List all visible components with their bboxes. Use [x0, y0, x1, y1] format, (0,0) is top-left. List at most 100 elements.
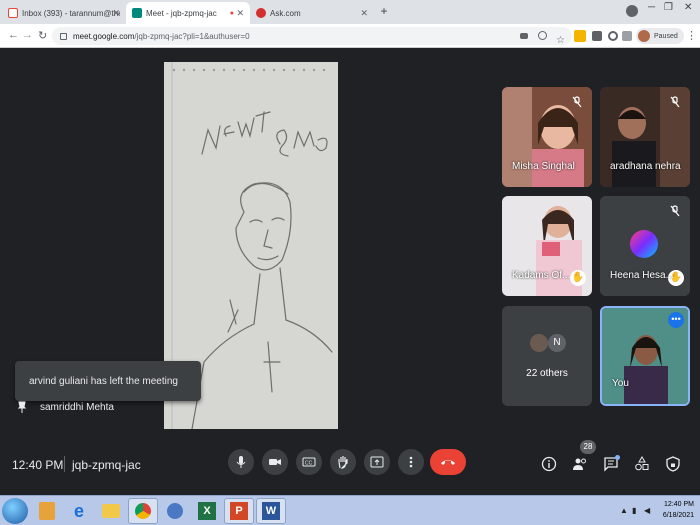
network-icon[interactable]: ▮ — [632, 506, 636, 515]
extension-icon[interactable] — [574, 30, 586, 42]
more-vert-icon — [409, 456, 413, 468]
participant-tile[interactable]: Misha Singhal — [502, 87, 592, 187]
end-call-button[interactable] — [430, 449, 466, 475]
star-icon[interactable]: ☆ — [556, 30, 568, 46]
people-icon — [573, 458, 586, 470]
new-tab-button[interactable]: + — [376, 4, 392, 20]
mic-button[interactable] — [228, 449, 254, 475]
reload-icon[interactable]: ↻ — [38, 29, 47, 42]
url-path: /jqb-zpmq-jac?pli=1&authuser=0 — [134, 31, 250, 41]
mic-off-icon — [670, 205, 680, 217]
url-host: meet.google.com — [73, 31, 135, 41]
tab-meet[interactable]: Meet - jqb-zpmq-jac ● ✕ — [126, 2, 250, 24]
url-input[interactable]: meet.google.com/jqb-zpmq-jac?pli=1&authu… — [52, 27, 572, 45]
divider — [64, 456, 65, 472]
participant-name: You — [612, 378, 629, 389]
extension-icon[interactable] — [592, 31, 602, 41]
close-tab-icon[interactable]: ✕ — [360, 8, 368, 19]
taskbar-date: 6/18/2021 — [662, 512, 694, 519]
shield-lock-icon — [666, 456, 680, 472]
info-icon — [541, 456, 557, 472]
participant-tile[interactable]: ✋ Heena Hesa... — [600, 196, 690, 296]
file-explorer-icon[interactable] — [96, 498, 126, 524]
puzzle-icon[interactable] — [622, 31, 632, 41]
lock-icon — [60, 32, 67, 40]
participant-tile[interactable]: aradhana nehra — [600, 87, 690, 187]
extension-icon[interactable] — [608, 31, 618, 41]
captions-icon: CC — [302, 457, 316, 467]
participant-name: Kadams Of... — [512, 270, 571, 281]
browser-tab-strip: Inbox (393) - tarannum@theindi ✕ Meet - … — [0, 0, 700, 24]
unread-dot — [615, 455, 620, 460]
hand-icon — [338, 456, 348, 469]
profile-button[interactable]: Paused — [636, 28, 684, 44]
tab-label: Ask.com — [270, 8, 301, 18]
raised-hand-icon: ✋ — [570, 270, 586, 286]
windows-taskbar: e X P W ▲ ▮ ◀ 12:40 PM 6/18/2021 — [0, 495, 700, 525]
tab-gmail[interactable]: Inbox (393) - tarannum@theindi ✕ — [2, 2, 126, 24]
internet-explorer-icon[interactable]: e — [64, 498, 94, 524]
address-bar-row: ← → ↻ meet.google.com/jqb-zpmq-jac?pli=1… — [0, 24, 700, 48]
start-button[interactable] — [2, 498, 28, 524]
avatar — [530, 334, 548, 352]
mic-off-icon — [572, 96, 582, 108]
chrome-taskbar-icon[interactable] — [128, 498, 158, 524]
others-count-label: 22 others — [526, 368, 568, 379]
tab-label: Meet - jqb-zpmq-jac — [146, 8, 217, 18]
people-button[interactable] — [571, 455, 589, 473]
present-button[interactable] — [364, 449, 390, 475]
word-icon[interactable]: W — [256, 498, 286, 524]
meeting-time: 12:40 PM — [12, 458, 64, 472]
captions-button[interactable]: CC — [296, 449, 322, 475]
minimize-icon[interactable]: ─ — [648, 2, 655, 13]
video-camera-icon — [269, 459, 281, 465]
host-controls-button[interactable] — [664, 455, 682, 473]
tab-label: Inbox (393) - tarannum@theindi — [22, 8, 120, 18]
system-clock[interactable]: 12:40 PM 6/18/2021 — [663, 499, 694, 521]
back-icon[interactable]: ← — [8, 29, 19, 41]
chrome-alt-icon[interactable] — [160, 498, 190, 524]
tray-expand-icon[interactable]: ▲ — [620, 506, 628, 515]
forward-icon[interactable]: → — [22, 29, 33, 41]
taskbar-time: 12:40 PM — [664, 501, 694, 508]
chat-button[interactable] — [602, 455, 620, 473]
powerpoint-icon[interactable]: P — [224, 498, 254, 524]
pin-icon[interactable] — [18, 401, 26, 413]
svg-text:CC: CC — [305, 461, 313, 467]
participant-count-badge: 28 — [580, 440, 596, 454]
meeting-details-button[interactable] — [540, 455, 558, 473]
more-options-button[interactable] — [398, 449, 424, 475]
tab-ask[interactable]: Ask.com ✕ — [250, 2, 374, 24]
meet-icon — [132, 8, 142, 18]
raise-hand-button[interactable] — [330, 449, 356, 475]
notification-text: arvind guliani has left the meeting — [29, 375, 178, 387]
present-screen-icon — [370, 456, 384, 468]
zoom-icon[interactable] — [538, 31, 547, 40]
participant-name: Misha Singhal — [512, 161, 575, 172]
phone-hangup-icon — [441, 460, 455, 465]
notification-toast: arvind guliani has left the meeting — [15, 361, 201, 401]
close-tab-icon[interactable]: ✕ — [112, 8, 120, 19]
others-tile[interactable]: N 22 others — [502, 306, 592, 406]
camera-button[interactable] — [262, 449, 288, 475]
tab-search-icon[interactable] — [626, 5, 638, 17]
close-tab-icon[interactable]: ✕ — [236, 8, 244, 19]
more-options-icon[interactable]: ••• — [668, 312, 684, 328]
maximize-icon[interactable]: ❐ — [664, 2, 673, 13]
menu-icon[interactable]: ⋮ — [686, 29, 697, 42]
profile-status: Paused — [654, 32, 678, 40]
activities-button[interactable] — [633, 455, 651, 473]
media-player-icon[interactable] — [32, 498, 62, 524]
participant-tile[interactable]: ✋ Kadams Of... — [502, 196, 592, 296]
volume-icon[interactable]: ◀ — [644, 506, 650, 515]
gmail-icon — [8, 8, 18, 18]
camera-icon[interactable] — [520, 33, 528, 39]
avatar-initial: N — [548, 334, 566, 352]
recording-dot-icon: ● — [229, 9, 234, 17]
participant-name: Heena Hesa... — [610, 270, 674, 281]
presenter-name: samriddhi Mehta — [40, 401, 114, 413]
excel-icon[interactable]: X — [192, 498, 222, 524]
close-window-icon[interactable]: ✕ — [684, 2, 692, 13]
ask-icon — [256, 8, 266, 18]
self-tile[interactable]: ••• You — [600, 306, 690, 406]
